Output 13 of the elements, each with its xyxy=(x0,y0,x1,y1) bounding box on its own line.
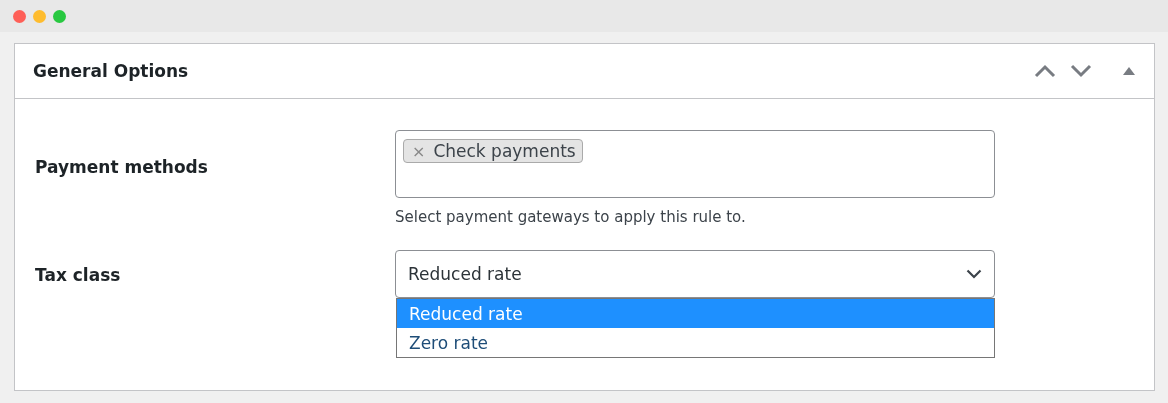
chevron-up-icon[interactable] xyxy=(1034,64,1056,78)
field-label: Payment methods xyxy=(35,156,209,179)
triangle-up-icon[interactable] xyxy=(1122,66,1136,76)
dropdown-option[interactable]: Zero rate xyxy=(397,328,994,357)
close-icon[interactable] xyxy=(13,9,26,23)
field-label: Tax class xyxy=(35,264,122,287)
chevron-down-icon[interactable] xyxy=(1070,64,1092,78)
multi-select-field[interactable]: × Check payments xyxy=(395,130,995,198)
tag-chip: × Check payments xyxy=(403,139,583,163)
select-field[interactable]: Reduced rate xyxy=(395,250,995,298)
panel-title: General Options xyxy=(33,61,190,81)
chevron-down-icon xyxy=(966,269,982,279)
field-hint: Select payment gateways to apply this rule to. xyxy=(395,208,747,226)
